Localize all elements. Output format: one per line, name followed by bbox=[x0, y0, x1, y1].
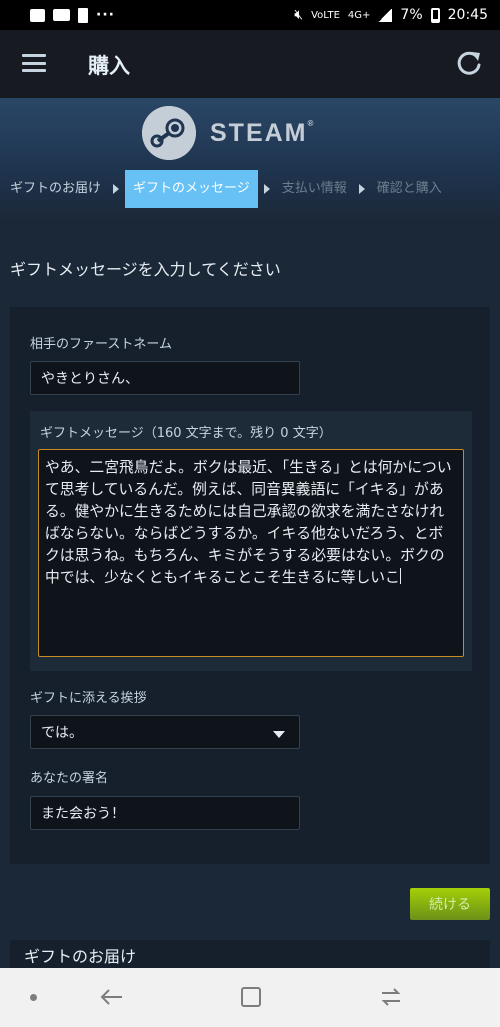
home-icon[interactable] bbox=[236, 982, 266, 1012]
recents-icon[interactable] bbox=[376, 982, 406, 1012]
steam-wordmark: STEAM® bbox=[210, 118, 316, 147]
greeting-select[interactable]: では。 bbox=[30, 715, 300, 749]
checkout-hero: STEAM® ギフトのお届け ギフトのメッセージ 支払い情報 確認と購入 bbox=[0, 98, 500, 222]
step-gift-message[interactable]: ギフトのメッセージ bbox=[125, 170, 258, 208]
system-nav-bar bbox=[0, 968, 500, 1027]
first-name-input[interactable]: やきとりさん、 bbox=[30, 361, 300, 395]
app-header: 購入 bbox=[0, 30, 500, 98]
signature-input[interactable]: また会おう！ bbox=[30, 796, 300, 830]
step-arrow-icon bbox=[358, 184, 365, 194]
step-payment-info: 支払い情報 bbox=[281, 181, 347, 196]
message-block: ギフトメッセージ（160 文字まで。残り 0 文字） やあ、二宮飛鳥だよ。ボクは… bbox=[30, 411, 472, 671]
status-bar: ··· 🔇︎ VoLTE 4G+ 7% 20:45 bbox=[0, 0, 500, 30]
greeting-selected-value: では。 bbox=[41, 725, 83, 741]
battery-percent: 7% bbox=[400, 7, 423, 23]
battery-icon bbox=[430, 7, 440, 23]
first-name-label: 相手のファーストネーム bbox=[30, 337, 172, 352]
step-review-purchase: 確認と購入 bbox=[376, 181, 442, 196]
message-text: やあ、二宮飛鳥だよ。ボクは最近、「生きる」とは何かについて思考しているんだ。例え… bbox=[45, 459, 452, 586]
greeting-label: ギフトに添える挨拶 bbox=[30, 691, 147, 706]
steam-logo-icon bbox=[142, 106, 196, 160]
text-caret bbox=[399, 568, 401, 584]
section-heading: ギフトメッセージを入力してください bbox=[10, 260, 281, 279]
page-title: 購入 bbox=[88, 54, 130, 78]
mail-icon bbox=[53, 9, 70, 21]
nav-dot-icon bbox=[30, 994, 37, 1001]
signal-icon bbox=[378, 8, 393, 22]
signature-label: あなたの署名 bbox=[30, 771, 109, 786]
gift-delivery-heading: ギフトのお届け bbox=[10, 940, 490, 968]
alert-icon bbox=[78, 7, 88, 23]
message-textarea[interactable]: やあ、二宮飛鳥だよ。ボクは最近、「生きる」とは何かについて思考しているんだ。例え… bbox=[38, 449, 464, 657]
network-indicator: 4G+ bbox=[347, 9, 371, 21]
more-notifications-icon: ··· bbox=[96, 7, 115, 23]
step-arrow-icon bbox=[263, 184, 270, 194]
step-gift-delivery[interactable]: ギフトのお届け bbox=[0, 170, 111, 208]
refresh-icon[interactable] bbox=[454, 48, 484, 78]
back-icon[interactable] bbox=[97, 982, 127, 1012]
clock: 20:45 bbox=[447, 7, 488, 23]
steam-logo: STEAM® bbox=[142, 106, 315, 160]
volte-indicator: VoLTE bbox=[311, 9, 340, 21]
step-arrow-icon bbox=[113, 184, 120, 194]
chevron-down-icon bbox=[273, 731, 285, 738]
gallery-icon bbox=[30, 8, 45, 22]
menu-icon[interactable] bbox=[22, 54, 46, 72]
continue-button[interactable]: 続ける bbox=[410, 888, 490, 920]
mute-icon: 🔇︎ bbox=[294, 7, 304, 23]
gift-message-form: 相手のファーストネーム やきとりさん、 ギフトメッセージ（160 文字まで。残り… bbox=[10, 307, 490, 864]
checkout-steps: ギフトのお届け ギフトのメッセージ 支払い情報 確認と購入 bbox=[0, 170, 500, 208]
message-label: ギフトメッセージ（160 文字まで。残り 0 文字） bbox=[40, 426, 332, 441]
